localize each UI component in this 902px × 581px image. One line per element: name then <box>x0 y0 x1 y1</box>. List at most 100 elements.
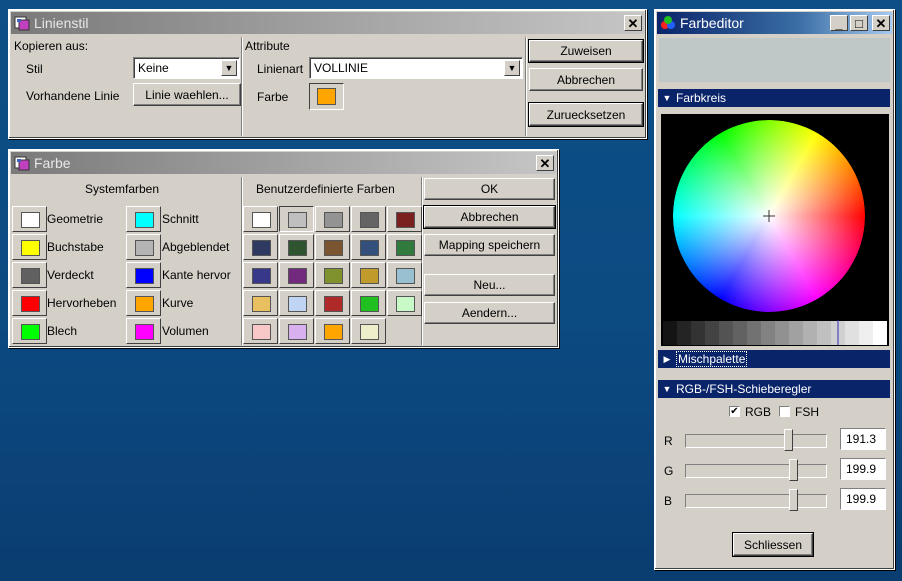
custom-color-swatch[interactable] <box>279 290 314 316</box>
zuruecksetzen-button[interactable]: Zuruecksetzen <box>528 102 644 127</box>
custom-color-swatch[interactable] <box>279 234 314 260</box>
slider-track[interactable] <box>685 489 827 511</box>
divider <box>525 37 527 136</box>
abbrechen-button[interactable]: Abbrechen <box>423 205 556 229</box>
linienstil-titlebar[interactable]: Linienstil ✕ <box>11 12 644 34</box>
fsh-checkbox[interactable] <box>779 406 790 417</box>
current-color-preview <box>659 38 890 82</box>
custom-color-swatch[interactable] <box>279 206 314 232</box>
close-icon[interactable]: ✕ <box>624 15 642 31</box>
system-color-swatch[interactable] <box>126 262 161 288</box>
minimize-icon[interactable]: _ <box>830 15 848 31</box>
system-color-swatch[interactable] <box>126 290 161 316</box>
system-color-color <box>21 296 40 312</box>
system-color-swatch[interactable] <box>12 262 47 288</box>
gray-strip-cell[interactable] <box>845 321 859 345</box>
custom-color-swatch[interactable] <box>351 234 386 260</box>
custom-color-swatch[interactable] <box>315 290 350 316</box>
custom-color-swatch[interactable] <box>351 290 386 316</box>
farbe-titlebar[interactable]: Farbe ✕ <box>11 152 556 174</box>
mischpalette-section-header[interactable]: ▶ Mischpalette <box>658 350 890 368</box>
slider-track[interactable] <box>685 429 827 451</box>
ok-button[interactable]: OK <box>424 178 555 200</box>
gray-strip-cell[interactable] <box>747 321 761 345</box>
system-color-swatch[interactable] <box>12 234 47 260</box>
system-color-swatch[interactable] <box>126 318 161 344</box>
gray-strip-cell[interactable] <box>761 321 775 345</box>
custom-color-swatch[interactable] <box>243 262 278 288</box>
custom-color-swatch[interactable] <box>351 318 386 344</box>
chevron-down-icon[interactable]: ▼ <box>504 60 520 76</box>
custom-color-swatch[interactable] <box>387 206 422 232</box>
custom-color <box>324 268 343 284</box>
gray-strip-cell[interactable] <box>663 321 677 345</box>
gray-strip-cell[interactable] <box>719 321 733 345</box>
custom-color <box>360 268 379 284</box>
neu-button[interactable]: Neu... <box>424 274 555 296</box>
system-color-swatch[interactable] <box>12 290 47 316</box>
custom-color-swatch[interactable] <box>351 262 386 288</box>
custom-color-swatch[interactable] <box>351 206 386 232</box>
rgb-checkbox-label: RGB <box>745 405 772 419</box>
farbeditor-titlebar[interactable]: Farbeditor _ □ ✕ <box>657 12 892 34</box>
linie-waehlen-button[interactable]: Linie waehlen... <box>133 83 241 106</box>
gray-strip-cell[interactable] <box>859 321 873 345</box>
custom-color-swatch[interactable] <box>387 262 422 288</box>
gray-strip-cell[interactable] <box>733 321 747 345</box>
custom-color <box>360 324 379 340</box>
gray-strip-cell[interactable] <box>677 321 691 345</box>
custom-color <box>324 296 343 312</box>
custom-color-swatch[interactable] <box>243 318 278 344</box>
color-wheel[interactable] <box>661 114 889 346</box>
custom-color-swatch[interactable] <box>315 234 350 260</box>
custom-color <box>288 240 307 256</box>
slider-value-input[interactable]: 199.9 <box>840 488 886 510</box>
abbrechen-button[interactable]: Abbrechen <box>529 68 643 91</box>
system-color-swatch[interactable] <box>126 206 161 232</box>
custom-color-swatch[interactable] <box>243 206 278 232</box>
gray-strip-cell[interactable] <box>873 321 887 345</box>
custom-color-swatch[interactable] <box>279 318 314 344</box>
custom-color-swatch[interactable] <box>279 262 314 288</box>
system-color-swatch[interactable] <box>12 318 47 344</box>
close-icon[interactable]: ✕ <box>872 15 890 31</box>
custom-color-swatch[interactable] <box>315 318 350 344</box>
slider-value-input[interactable]: 191.3 <box>840 428 886 450</box>
slider-track[interactable] <box>685 459 827 481</box>
slider-value-input[interactable]: 199.9 <box>840 458 886 480</box>
schliessen-button[interactable]: Schliessen <box>732 532 814 557</box>
gray-strip-cell[interactable] <box>691 321 705 345</box>
custom-color-swatch[interactable] <box>315 262 350 288</box>
aendern-button[interactable]: Aendern... <box>424 302 555 324</box>
slider-thumb[interactable] <box>784 429 794 451</box>
rgb-checkbox[interactable]: ✔ <box>729 406 740 417</box>
system-color-label: Volumen <box>162 324 209 338</box>
gray-strip-cell[interactable] <box>789 321 803 345</box>
system-color-swatch[interactable] <box>126 234 161 260</box>
slider-thumb[interactable] <box>788 459 798 481</box>
custom-color-swatch[interactable] <box>387 234 422 260</box>
gray-strip-cell[interactable] <box>705 321 719 345</box>
mapping-speichern-button[interactable]: Mapping speichern <box>424 234 555 256</box>
custom-color-swatch[interactable] <box>387 290 422 316</box>
color-wheel-panel[interactable] <box>661 114 889 346</box>
slider-thumb[interactable] <box>788 489 798 511</box>
close-icon[interactable]: ✕ <box>536 155 554 171</box>
custom-color-swatch[interactable] <box>243 234 278 260</box>
gray-strip-cell[interactable] <box>775 321 789 345</box>
gray-strip-cell[interactable] <box>803 321 817 345</box>
chevron-down-icon[interactable]: ▼ <box>221 60 237 76</box>
custom-color <box>288 324 307 340</box>
custom-color-swatch[interactable] <box>243 290 278 316</box>
custom-color-swatch[interactable] <box>315 206 350 232</box>
farbkreis-section-header[interactable]: ▼ Farbkreis <box>658 89 890 107</box>
schieberegler-section-header[interactable]: ▼ RGB-/FSH-Schieberegler <box>658 380 890 398</box>
gray-strip-cell[interactable] <box>817 321 831 345</box>
linienart-combo[interactable]: VOLLINIE ▼ <box>309 57 523 79</box>
farbe-swatch-button[interactable] <box>309 83 344 110</box>
farbe-label: Farbe <box>257 90 289 104</box>
stil-combo[interactable]: Keine ▼ <box>133 57 240 79</box>
zuweisen-button[interactable]: Zuweisen <box>528 39 644 63</box>
maximize-icon[interactable]: □ <box>850 15 868 31</box>
system-color-swatch[interactable] <box>12 206 47 232</box>
